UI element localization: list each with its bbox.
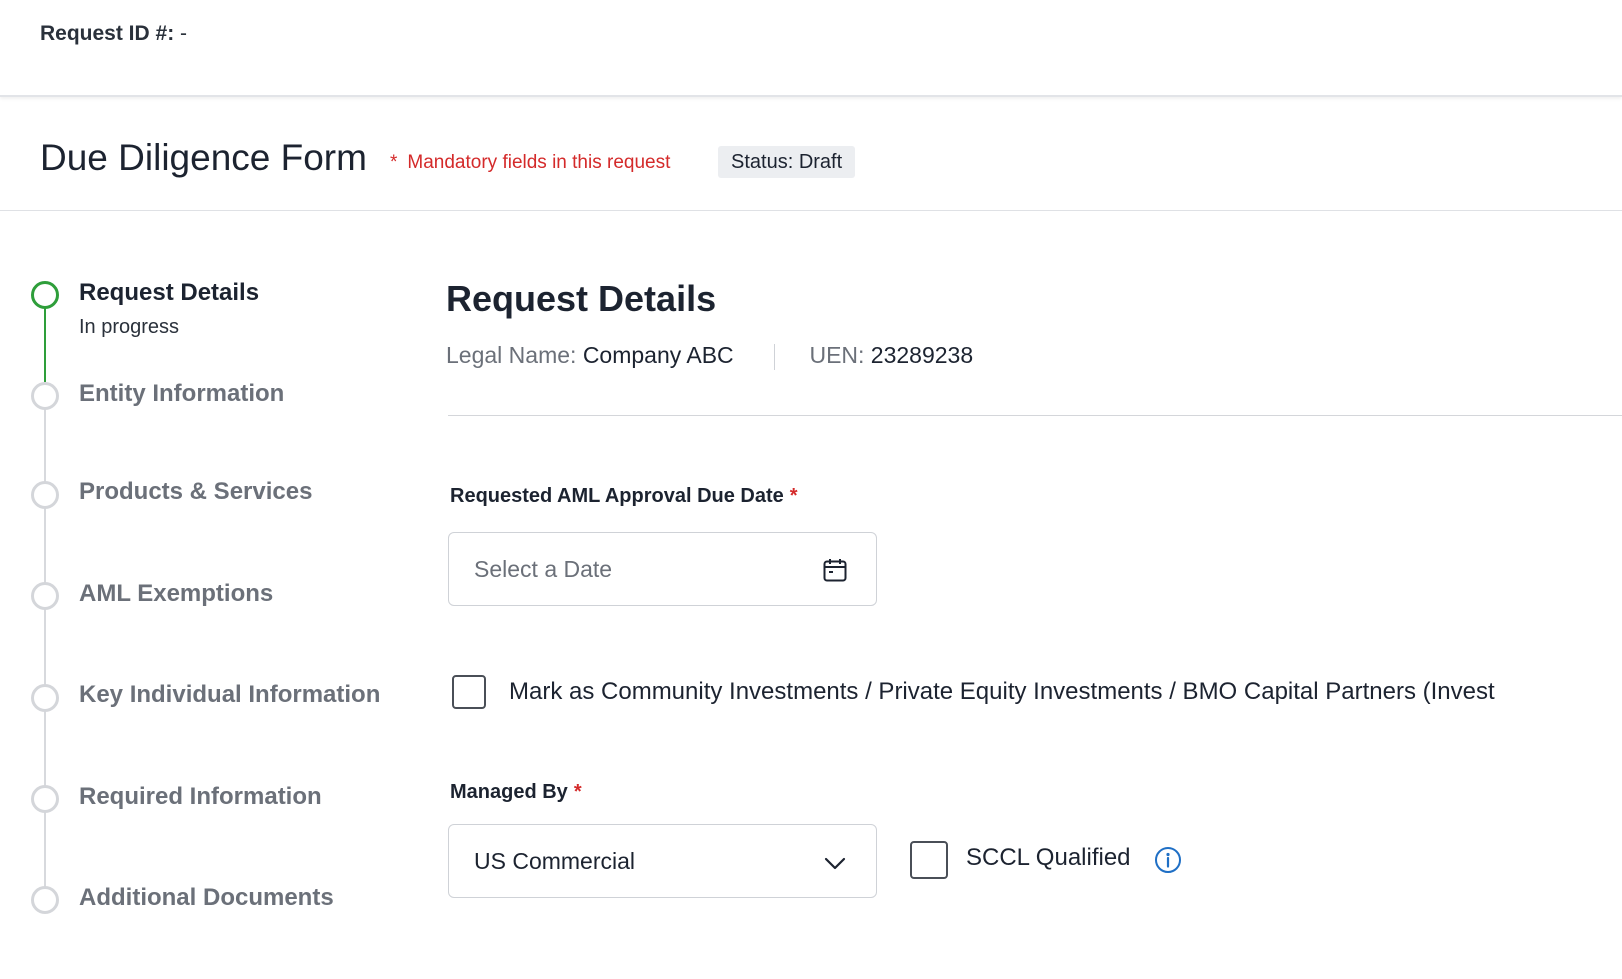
step-pending-icon	[31, 684, 59, 712]
due-date-label: Requested AML Approval Due Date *	[450, 485, 798, 508]
step-label: Required Information	[79, 783, 322, 810]
step-pending-icon	[31, 382, 59, 410]
step-label: AML Exemptions	[79, 580, 274, 607]
chevron-down-icon	[822, 851, 848, 877]
step-status: In progress	[79, 316, 180, 338]
community-investments-checkbox[interactable]	[452, 675, 486, 709]
section-title: Request Details	[446, 278, 717, 319]
request-id-value: -	[180, 22, 188, 45]
community-investments-label[interactable]: Mark as Community Investments / Private …	[509, 678, 1495, 706]
info-icon[interactable]	[1154, 846, 1182, 874]
calendar-icon[interactable]	[822, 557, 848, 583]
mandatory-star: *	[390, 152, 398, 173]
managed-by-label-text: Managed By	[450, 781, 568, 803]
due-date-input[interactable]: Select a Date	[448, 532, 877, 606]
required-marker: *	[573, 781, 582, 803]
sccl-qualified-label[interactable]: SCCL Qualified	[966, 844, 1131, 872]
uen-value: 23289238	[870, 342, 974, 368]
stepper-line-complete	[44, 306, 46, 382]
step-label: Products & Services	[79, 478, 313, 505]
step-label: Additional Documents	[79, 884, 334, 911]
step-label: Key Individual Information	[79, 681, 381, 708]
step-active-icon	[31, 281, 59, 309]
request-id-label: Request ID #:	[40, 22, 175, 45]
due-date-label-text: Requested AML Approval Due Date	[450, 485, 784, 507]
legal-name-value: Company ABC	[582, 342, 734, 368]
section-divider	[448, 415, 1622, 416]
sccl-qualified-checkbox[interactable]	[910, 841, 948, 879]
step-pending-icon	[31, 886, 59, 914]
status-badge: Status: Draft	[718, 146, 856, 178]
progress-stepper: Request Details In progress Entity Infor…	[0, 212, 420, 979]
page-title: Due Diligence Form	[40, 137, 367, 178]
mandatory-note: * Mandatory fields in this request	[390, 152, 670, 174]
due-date-placeholder: Select a Date	[474, 556, 613, 582]
request-id: Request ID #: -	[40, 22, 187, 46]
step-pending-icon	[31, 785, 59, 813]
step-pending-icon	[31, 582, 59, 610]
required-marker: *	[789, 485, 798, 507]
entity-summary: Legal Name: Company ABC UEN: 23289238	[446, 342, 973, 370]
mandatory-note-text: Mandatory fields in this request	[407, 152, 671, 173]
step-label: Request Details	[79, 279, 260, 306]
summary-divider	[774, 343, 776, 370]
managed-by-select[interactable]: US Commercial	[448, 824, 877, 898]
managed-by-label: Managed By *	[450, 781, 582, 804]
legal-name-label: Legal Name:	[446, 342, 577, 368]
top-bar: Request ID #: -	[0, 0, 1622, 97]
step-pending-icon	[31, 481, 59, 509]
step-label: Entity Information	[79, 380, 285, 407]
managed-by-value: US Commercial	[474, 848, 636, 874]
form-header: Due Diligence Form * Mandatory fields in …	[0, 97, 1622, 211]
uen-label: UEN:	[809, 342, 865, 368]
